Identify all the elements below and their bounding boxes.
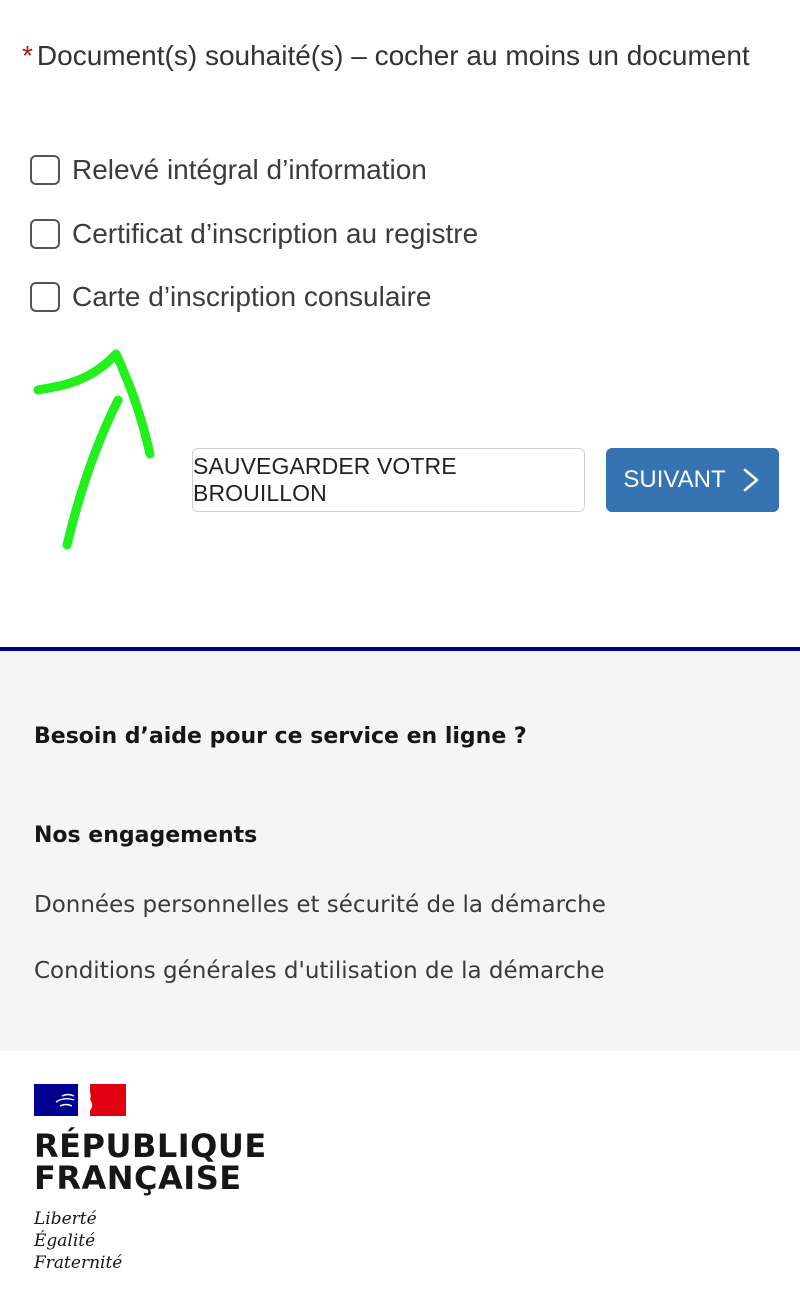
required-marker: *: [22, 40, 33, 71]
checkbox-releve[interactable]: [30, 155, 60, 185]
next-label: SUIVANT: [623, 466, 726, 493]
rf-name-line2: FRANÇAISE: [34, 1159, 242, 1197]
help-title: Besoin d’aide pour ce service en ligne ?: [34, 724, 527, 749]
link-donnees-personnelles[interactable]: Données personnelles et sécurité de la d…: [34, 892, 606, 918]
republique-motto: Liberté Égalité Fraternité: [34, 1208, 334, 1274]
hand-drawn-arrow-icon: [33, 349, 155, 550]
republique-francaise-brand: RÉPUBLIQUE FRANÇAISE Liberté Égalité Fra…: [34, 1082, 334, 1274]
chevron-right-icon: [743, 468, 758, 492]
link-conditions-generales[interactable]: Conditions générales d'utilisation de la…: [34, 958, 604, 984]
motto-fraternite: Fraternité: [34, 1253, 123, 1273]
checkbox-carte[interactable]: [30, 282, 60, 312]
question-label: * Document(s) souhaité(s) – cocher au moi…: [22, 34, 762, 78]
save-draft-button[interactable]: SAUVEGARDER VOTRE BROUILLON: [192, 448, 585, 512]
checkbox-option-carte[interactable]: Carte d’inscription consulaire: [30, 277, 432, 317]
checkbox-certificat[interactable]: [30, 219, 60, 249]
engagements-title: Nos engagements: [34, 823, 258, 848]
footer-help-section: [0, 647, 800, 1051]
checkbox-option-releve[interactable]: Relevé intégral d’information: [30, 150, 427, 190]
question-text: Document(s) souhaité(s) – cocher au moin…: [36, 40, 750, 71]
checkbox-label-releve: Relevé intégral d’information: [72, 154, 427, 185]
rf-name-line1: RÉPUBLIQUE: [34, 1127, 267, 1165]
motto-liberte: Liberté: [34, 1209, 97, 1229]
republique-francaise-name: RÉPUBLIQUE FRANÇAISE: [34, 1130, 334, 1194]
next-button[interactable]: SUIVANT: [606, 448, 779, 512]
checkbox-option-certificat[interactable]: Certificat d’inscription au registre: [30, 214, 478, 254]
marianne-logo-icon: [34, 1084, 126, 1116]
checkbox-label-carte: Carte d’inscription consulaire: [72, 281, 432, 312]
motto-egalite: Égalité: [34, 1231, 96, 1251]
checkbox-label-certificat: Certificat d’inscription au registre: [72, 218, 479, 249]
save-draft-label: SAUVEGARDER VOTRE BROUILLON: [193, 453, 457, 506]
